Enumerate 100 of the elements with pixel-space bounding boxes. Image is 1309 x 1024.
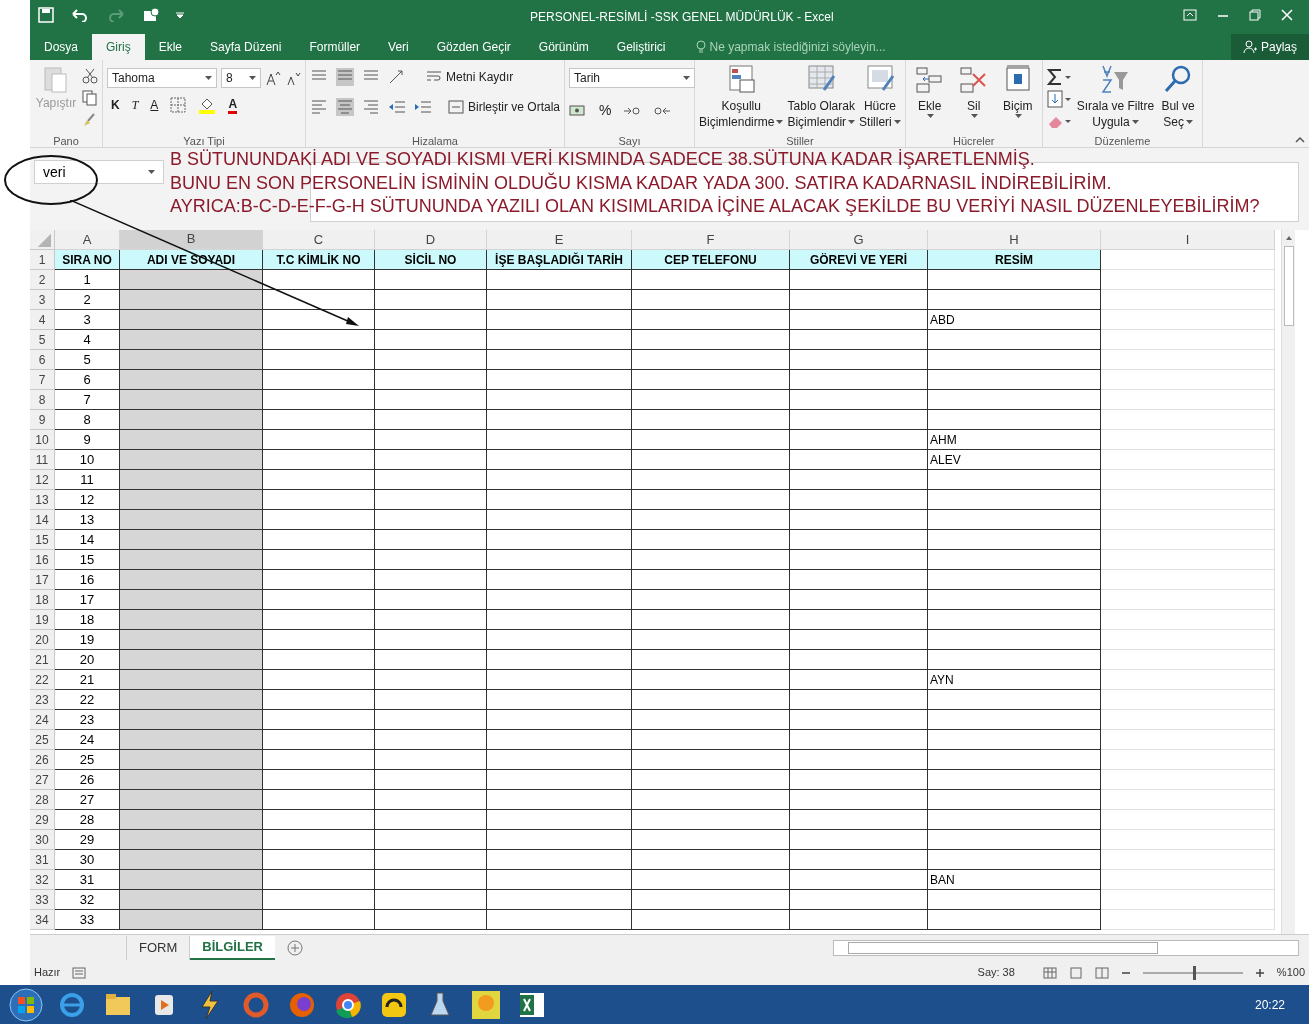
row-header[interactable]: 33 — [30, 890, 55, 910]
row-header[interactable]: 10 — [30, 430, 55, 450]
column-header[interactable]: F — [632, 230, 790, 250]
row-header[interactable]: 15 — [30, 530, 55, 550]
column-header[interactable]: D — [375, 230, 487, 250]
indent-increase-icon[interactable] — [414, 99, 432, 115]
delete-cells-button[interactable]: Sil — [953, 64, 994, 133]
row-header[interactable]: 3 — [30, 290, 55, 310]
page-break-icon[interactable] — [1094, 966, 1109, 979]
font-color-button[interactable]: A — [228, 96, 238, 114]
column-header[interactable]: B — [120, 230, 263, 250]
brush-icon[interactable] — [82, 112, 98, 128]
zoom-level[interactable]: %100 — [1276, 964, 1305, 981]
currency-icon[interactable] — [569, 102, 588, 119]
grow-font-icon[interactable] — [265, 70, 281, 86]
customize-icon[interactable] — [176, 11, 184, 19]
ribbon-tab[interactable]: Gözden Geçir — [422, 34, 525, 60]
autosum-icon[interactable] — [1046, 68, 1073, 86]
row-header[interactable]: 18 — [30, 590, 55, 610]
column-header[interactable]: H — [928, 230, 1101, 250]
wrap-text-button[interactable]: Metni Kaydır — [426, 68, 514, 86]
row-header[interactable]: 21 — [30, 650, 55, 670]
row-header[interactable]: 22 — [30, 670, 55, 690]
row-header[interactable]: 27 — [30, 770, 55, 790]
column-header[interactable]: I — [1101, 230, 1275, 250]
row-header[interactable]: 1 — [30, 250, 55, 270]
sheet-tab[interactable]: BİLGİLER — [190, 935, 275, 960]
touch-mode-icon[interactable] — [142, 7, 160, 23]
column-header[interactable]: C — [263, 230, 375, 250]
scroll-up-icon[interactable] — [1284, 234, 1293, 242]
insert-cells-button[interactable]: Ekle — [909, 64, 950, 133]
search-field[interactable]: Ne yapmak istediğinizi söyleyin... — [709, 38, 910, 56]
row-header[interactable]: 6 — [30, 350, 55, 370]
row-header[interactable]: 11 — [30, 450, 55, 470]
share-button[interactable]: Paylaş — [1230, 34, 1309, 60]
ribbon-tab[interactable]: Dosya — [30, 34, 92, 60]
row-header[interactable]: 2 — [30, 270, 55, 290]
zoom-in-icon[interactable] — [1254, 967, 1265, 978]
restore-icon[interactable] — [1249, 9, 1261, 21]
row-header[interactable]: 13 — [30, 490, 55, 510]
ribbon-display-icon[interactable] — [1183, 9, 1197, 21]
row-header[interactable]: 25 — [30, 730, 55, 750]
indent-decrease-icon[interactable] — [388, 99, 406, 115]
borders-icon[interactable] — [170, 97, 187, 113]
close-icon[interactable] — [1281, 9, 1293, 21]
orientation-icon[interactable] — [388, 69, 406, 85]
percent-button[interactable]: % — [599, 100, 612, 121]
ribbon-tab[interactable]: Geliştirici — [602, 34, 680, 60]
save-icon[interactable] — [38, 7, 54, 23]
row-header[interactable]: 29 — [30, 810, 55, 830]
row-header[interactable]: 28 — [30, 790, 55, 810]
format-cells-button[interactable]: Biçim — [997, 64, 1038, 133]
column-header[interactable]: G — [790, 230, 928, 250]
italic-button[interactable]: T — [131, 96, 139, 114]
scroll-thumb[interactable] — [1283, 246, 1294, 326]
zoom-slider-thumb[interactable] — [1192, 965, 1196, 980]
add-sheet-icon[interactable] — [286, 939, 303, 956]
column-header[interactable]: E — [487, 230, 632, 250]
row-header[interactable]: 34 — [30, 910, 55, 930]
shrink-font-icon[interactable] — [285, 70, 301, 86]
underline-button[interactable]: A — [150, 96, 159, 114]
font-dropdown[interactable]: Tahoma — [107, 68, 217, 88]
row-header[interactable]: 14 — [30, 510, 55, 530]
sort-filter-button[interactable]: Sırala ve Filtre Uygula — [1076, 64, 1155, 133]
format-as-table-button[interactable]: Tablo Olarak Biçimlendir — [787, 64, 856, 133]
row-header[interactable]: 31 — [30, 850, 55, 870]
row-header[interactable]: 5 — [30, 330, 55, 350]
undo-icon[interactable] — [70, 8, 90, 22]
row-header[interactable]: 8 — [30, 390, 55, 410]
fill-color-icon[interactable] — [198, 96, 217, 114]
number-format-dropdown[interactable]: Tarih — [569, 68, 696, 88]
row-header[interactable]: 7 — [30, 370, 55, 390]
row-header[interactable]: 30 — [30, 830, 55, 850]
ribbon-tab[interactable]: Formüller — [295, 34, 375, 60]
copy-icon[interactable] — [82, 90, 98, 106]
ribbon-tab[interactable]: Giriş — [92, 34, 145, 60]
row-header[interactable]: 26 — [30, 750, 55, 770]
row-header[interactable]: 16 — [30, 550, 55, 570]
ribbon-tab[interactable]: Ekle — [144, 34, 197, 60]
fill-down-icon[interactable] — [1046, 90, 1073, 108]
row-header[interactable]: 17 — [30, 570, 55, 590]
find-select-button[interactable]: Bul ve Seç — [1158, 64, 1199, 133]
row-header[interactable]: 32 — [30, 870, 55, 890]
row-header[interactable]: 23 — [30, 690, 55, 710]
horizontal-scrollbar[interactable] — [833, 939, 1299, 956]
ribbon-tab[interactable]: Veri — [374, 34, 423, 60]
bold-button[interactable]: K — [111, 96, 120, 114]
vertical-scrollbar[interactable] — [1281, 230, 1295, 934]
row-header[interactable]: 4 — [30, 310, 55, 330]
row-header[interactable]: 12 — [30, 470, 55, 490]
row-header[interactable]: 24 — [30, 710, 55, 730]
row-header[interactable]: 9 — [30, 410, 55, 430]
size-dropdown[interactable]: 8 — [221, 68, 261, 88]
row-header[interactable]: 19 — [30, 610, 55, 630]
scroll-thumb[interactable] — [848, 941, 1158, 954]
merge-center-button[interactable]: Birleştir ve Ortala — [448, 98, 561, 116]
column-header[interactable]: A — [55, 230, 120, 250]
conditional-formatting-button[interactable]: Koşullu Biçimlendirme — [699, 64, 784, 133]
name-box[interactable]: veri — [34, 160, 164, 184]
start-icon[interactable] — [8, 986, 44, 1023]
